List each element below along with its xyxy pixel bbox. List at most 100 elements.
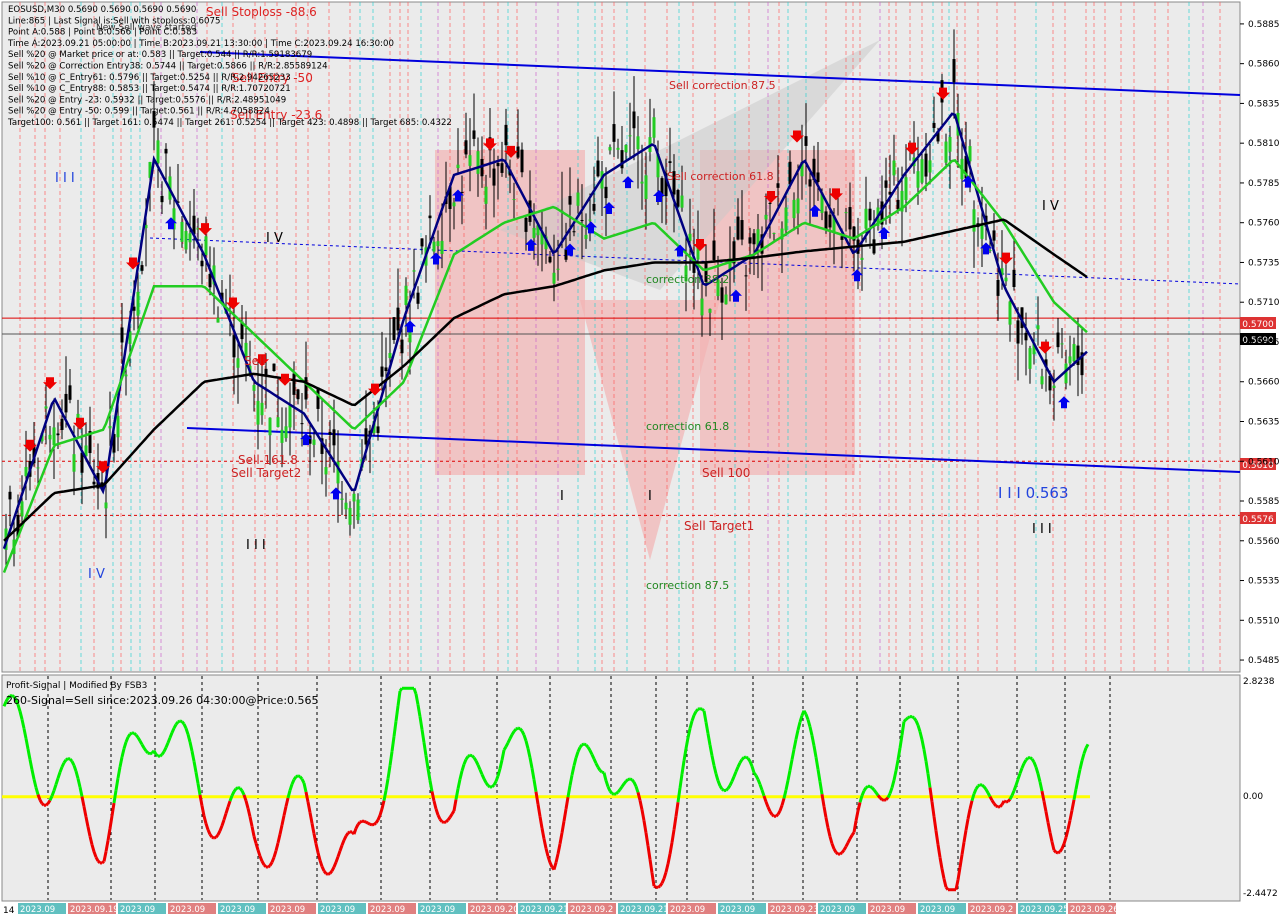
- osc-segment: [646, 833, 648, 846]
- osc-segment: [1038, 774, 1040, 782]
- osc-segment: [734, 772, 736, 777]
- osc-segment: [764, 796, 766, 802]
- osc-segment: [1074, 789, 1076, 800]
- osc-segment: [1064, 837, 1066, 843]
- header-line: Sell %20 @ Market price or at: 0.583 || …: [8, 50, 312, 60]
- osc-segment: [964, 830, 966, 842]
- time-tick-label: 2023.09.26 04:00: [1070, 905, 1146, 915]
- candle-body: [513, 199, 516, 200]
- wave-i-label-b: I: [648, 489, 652, 504]
- osc-segment: [240, 788, 242, 790]
- osc-segment: [1082, 754, 1084, 761]
- osc-segment: [1000, 805, 1002, 807]
- candle-body: [313, 440, 316, 445]
- osc-segment: [676, 802, 678, 816]
- osc-segment: [984, 787, 986, 790]
- osc-segment: [564, 809, 566, 821]
- candle-body: [441, 241, 444, 254]
- osc-segment: [938, 845, 940, 858]
- time-tick-label: 2023.09: [420, 905, 455, 915]
- osc-segment: [666, 864, 668, 872]
- candle-body: [765, 215, 768, 220]
- osc-segment: [710, 745, 712, 756]
- time-tick-label: 2023.09: [20, 905, 55, 915]
- time-tick-label: 2023.09.23: [770, 905, 819, 915]
- candle-body: [161, 196, 164, 202]
- candle-body: [917, 171, 920, 188]
- osc-segment: [232, 792, 234, 796]
- osc-segment: [706, 722, 708, 734]
- wave-iii-label-right: I I I: [1032, 522, 1052, 537]
- osc-segment: [452, 811, 454, 814]
- correction-382-label: correction 38.2: [646, 273, 729, 286]
- osc-segment: [824, 806, 826, 817]
- osc-segment: [700, 709, 702, 710]
- osc-segment: [390, 751, 392, 765]
- osc-segment: [730, 781, 732, 785]
- candle-body: [157, 140, 160, 163]
- osc-segment: [956, 880, 958, 890]
- candle-body: [9, 492, 12, 500]
- osc-segment: [1024, 760, 1026, 763]
- osc-segment: [498, 769, 500, 776]
- osc-segment: [416, 694, 418, 705]
- candle-body: [993, 230, 996, 240]
- osc-segment: [584, 744, 586, 745]
- osc-segment: [1014, 785, 1016, 791]
- osc-segment: [110, 816, 112, 829]
- osc-segment: [450, 814, 452, 817]
- osc-segment: [340, 845, 342, 851]
- candle-body: [349, 508, 352, 525]
- osc-segment: [88, 827, 90, 836]
- candle-body: [25, 467, 28, 476]
- osc-segment: [288, 790, 290, 797]
- osc-segment: [426, 756, 428, 769]
- candle-body: [525, 218, 528, 232]
- candle-body: [37, 467, 40, 468]
- osc-segment: [134, 733, 136, 735]
- osc-segment: [472, 756, 474, 758]
- osc-segment: [124, 742, 126, 749]
- osc-segment: [972, 794, 974, 801]
- osc-segment: [540, 816, 542, 828]
- wave-iii-label-top: I I I: [55, 171, 75, 186]
- osc-segment: [922, 740, 924, 750]
- osc-segment: [996, 806, 998, 807]
- candle-body: [805, 136, 808, 146]
- osc-segment: [38, 795, 40, 800]
- osc-segment: [178, 721, 180, 722]
- candle-body: [773, 233, 776, 234]
- osc-segment: [916, 721, 918, 726]
- osc-segment: [1050, 832, 1052, 841]
- wave-iv-label-mid: I V: [266, 231, 283, 246]
- osc-segment: [894, 771, 896, 780]
- osc-segment: [534, 780, 536, 792]
- osc-segment: [206, 824, 208, 830]
- candle-body: [93, 482, 96, 485]
- osc-segment: [154, 751, 156, 755]
- osc-segment: [880, 798, 882, 800]
- osc-segment: [636, 786, 638, 792]
- osc-segment: [26, 739, 28, 749]
- osc-segment: [366, 822, 368, 823]
- candle-body: [929, 160, 932, 172]
- candle-body: [57, 433, 60, 435]
- osc-segment: [782, 798, 784, 805]
- candle-body: [641, 182, 644, 184]
- candle-body: [521, 150, 524, 173]
- price-tick-label: 0.5735: [1248, 258, 1280, 268]
- osc-segment: [484, 779, 486, 783]
- candle-body: [69, 385, 72, 399]
- osc-segment: [536, 792, 538, 804]
- osc-segment: [888, 794, 890, 798]
- osc-segment: [48, 800, 50, 803]
- osc-segment: [792, 749, 794, 759]
- osc-segment: [1026, 758, 1028, 760]
- osc-segment: [172, 728, 174, 733]
- osc-segment: [54, 784, 56, 790]
- osc-segment: [696, 709, 698, 711]
- osc-segment: [626, 780, 628, 782]
- osc-segment: [522, 731, 524, 735]
- osc-segment: [930, 788, 932, 802]
- osc-segment: [294, 777, 296, 780]
